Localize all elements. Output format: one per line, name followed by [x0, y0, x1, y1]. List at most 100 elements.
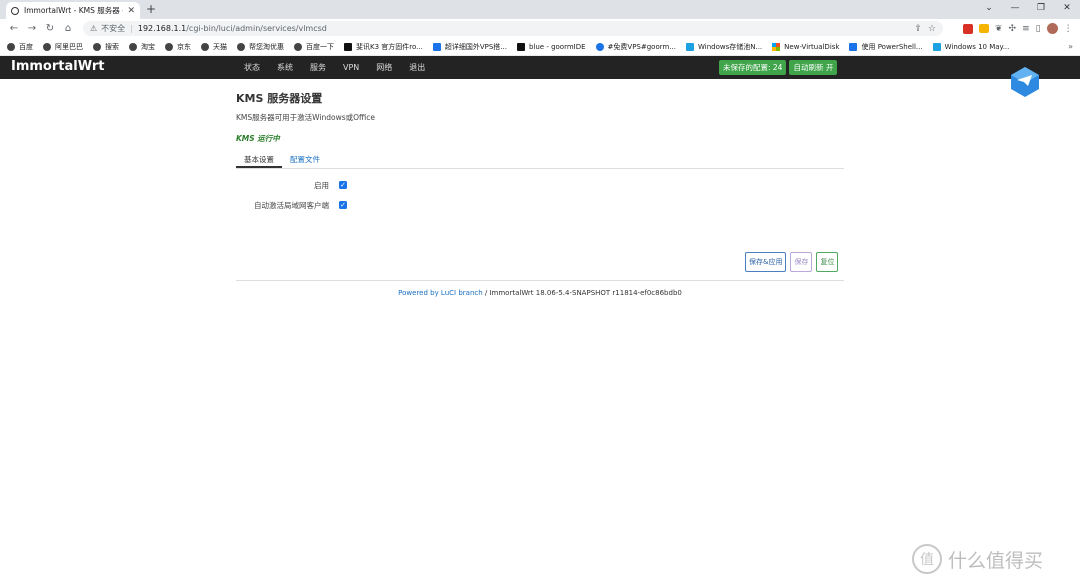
bookmark-label: 百度一下 [306, 42, 334, 51]
unsaved-changes-badge[interactable]: 未保存的配置: 24 [719, 60, 787, 75]
version-text: / ImmortalWrt 18.06-5.4-SNAPSHOT r11814-… [482, 289, 682, 297]
menu-vpn[interactable]: VPN [343, 63, 359, 72]
restore-icon[interactable]: ❐ [1028, 0, 1054, 19]
azure-icon [849, 42, 858, 51]
close-window-icon[interactable]: ✕ [1054, 0, 1080, 19]
bookmark-item[interactable]: 百度 [7, 42, 33, 52]
bookmark-label: Windows 10 May... [944, 42, 1010, 51]
globe-icon [237, 42, 245, 51]
menu-system[interactable]: 系统 [277, 62, 293, 73]
browser-tab[interactable]: ImmortalWrt - KMS 服务器 - L ✕ [6, 2, 140, 19]
save-apply-button[interactable]: 保存&应用 [745, 252, 787, 272]
brand-logo[interactable]: ImmortalWrt [11, 59, 104, 74]
bookmark-item[interactable]: 京东 [165, 42, 191, 52]
bookmark-item[interactable]: 超详细国外VPS搭... [432, 42, 507, 52]
bookmark-label: New-VirtualDisk [784, 42, 840, 51]
service-status: KMS 运行中 [236, 134, 280, 143]
close-tab-icon[interactable]: ✕ [127, 6, 135, 16]
more-bookmarks-icon[interactable]: » [1068, 42, 1073, 51]
menu-kebab-icon[interactable]: ⋮ [1064, 24, 1073, 34]
extension-folder-icon[interactable] [979, 24, 989, 33]
window-controls: ⌄ — ❐ ✕ [976, 0, 1080, 19]
bookmark-label: 搜索 [105, 42, 119, 51]
extensions-area: ❦ ✣ ≡ ▯ ⋮ [963, 23, 1073, 34]
bookmark-label: Windows存储池N... [698, 42, 763, 51]
auto-activate-checkbox[interactable]: ✓ [339, 201, 347, 209]
tb-icon [344, 42, 352, 51]
microsoft-icon [772, 42, 781, 51]
bookmark-label: 阿里巴巴 [55, 42, 83, 51]
bookmark-item[interactable]: 淘宝 [129, 42, 155, 52]
tab-search-icon[interactable]: ⌄ [976, 0, 1002, 19]
menu-status[interactable]: 状态 [244, 62, 260, 73]
bookmark-item[interactable]: New-VirtualDisk [772, 42, 840, 51]
windows-icon [932, 42, 941, 51]
luci-header: ImmortalWrt 状态 系统 服务 VPN 网络 退出 未保存的配置: 2… [0, 56, 1080, 79]
extensions-puzzle-icon[interactable]: ✣ [1009, 24, 1017, 34]
new-tab-icon[interactable]: + [146, 2, 156, 16]
bookmark-item[interactable]: 使用 PowerShell... [849, 42, 923, 52]
autorefresh-badge[interactable]: 自动刷新 开 [789, 60, 838, 75]
bookmark-label: blue - goormIDE [528, 42, 586, 51]
address-bar[interactable]: ⚠ 不安全 | 192.168.1.1/cgi-bin/luci/admin/s… [83, 21, 943, 36]
bookmark-label: 京东 [177, 42, 191, 51]
bookmark-item[interactable]: #免费VPS#goorm... [595, 42, 676, 52]
share-icon[interactable]: ⇪ [914, 24, 922, 34]
bookmark-label: #免费VPS#goorm... [607, 42, 676, 51]
globe-icon [43, 42, 51, 51]
bookmark-label: 超详细国外VPS搭... [444, 42, 507, 51]
globe-icon [129, 42, 137, 51]
url-text[interactable]: 192.168.1.1/cgi-bin/luci/admin/services/… [138, 24, 909, 33]
extension-red-icon[interactable] [963, 23, 973, 34]
page-title: KMS 服务器设置 [236, 92, 323, 105]
field-label: 启用 [314, 180, 329, 190]
forward-icon[interactable]: → [23, 23, 41, 34]
browser-toolbar: ← → ↻ ⌂ ⚠ 不安全 | 192.168.1.1/cgi-bin/luci… [0, 19, 1080, 38]
menu-logout[interactable]: 退出 [409, 62, 425, 73]
back-icon[interactable]: ← [5, 23, 23, 34]
bookmark-item[interactable]: Windows 10 May... [932, 42, 1010, 51]
bookmark-label: 百度 [19, 42, 33, 51]
tab-config-file[interactable]: 配置文件 [282, 154, 328, 168]
profile-avatar[interactable] [1046, 23, 1058, 34]
bookmark-star-icon[interactable]: ☆ [928, 24, 936, 34]
bookmark-label: 斐讯K3 官方固件ro... [356, 42, 423, 51]
page-description: KMS服务器可用于激活Windows或Office [236, 113, 376, 122]
immortalwrt-bird-icon [1011, 67, 1039, 97]
footer-divider [236, 280, 844, 281]
reset-button[interactable]: 复位 [816, 252, 839, 272]
tab-basic-settings[interactable]: 基本设置 [236, 154, 282, 168]
extension-leaf-icon[interactable]: ❦ [995, 24, 1003, 34]
url-host: 192.168.1.1 [137, 24, 187, 33]
globe-icon [7, 42, 15, 51]
browser-tabstrip: ImmortalWrt - KMS 服务器 - L ✕ + ⌄ — ❐ ✕ [0, 0, 1080, 19]
bookmark-item[interactable]: 搜索 [93, 42, 119, 52]
globe-icon [93, 42, 101, 51]
globe-icon [165, 42, 173, 51]
bookmark-item[interactable]: 斐讯K3 官方固件ro... [344, 42, 423, 52]
header-badges: 未保存的配置: 24 自动刷新 开 [719, 60, 838, 75]
bookmark-item[interactable]: 天猫 [201, 42, 227, 52]
bookmark-label: 使用 PowerShell... [861, 42, 923, 51]
watermark: 值 什么值得买 [912, 544, 1043, 574]
globe-icon [201, 42, 209, 51]
bookmark-item[interactable]: blue - goormIDE [516, 42, 586, 51]
minimize-icon[interactable]: — [1002, 0, 1028, 19]
footer: Powered by LuCI branch / ImmortalWrt 18.… [236, 289, 844, 297]
save-button[interactable]: 保存 [790, 252, 813, 272]
warning-icon[interactable]: ⚠ [90, 24, 97, 33]
menu-network[interactable]: 网络 [376, 62, 392, 73]
home-icon[interactable]: ⌂ [59, 23, 77, 34]
luci-link[interactable]: Powered by LuCI branch [398, 289, 483, 297]
bookmark-item[interactable]: 帮您淘优惠 [237, 42, 284, 52]
menu-services[interactable]: 服务 [310, 62, 326, 73]
bookmark-item[interactable]: Windows存储池N... [686, 42, 762, 52]
bookmark-item[interactable]: 阿里巴巴 [43, 42, 83, 52]
security-label[interactable]: 不安全 [101, 23, 125, 34]
sidebar-icon[interactable]: ▯ [1036, 24, 1041, 34]
field-label: 自动激活局域网客户端 [254, 200, 329, 210]
bookmark-item[interactable]: 百度一下 [294, 42, 334, 52]
reading-list-icon[interactable]: ≡ [1022, 24, 1030, 34]
enable-checkbox[interactable]: ✓ [339, 181, 347, 189]
reload-icon[interactable]: ↻ [41, 23, 59, 34]
